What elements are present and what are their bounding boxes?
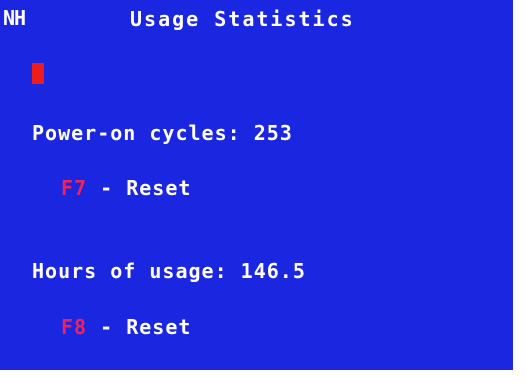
- screen: NH Usage Statistics Power-on cycles: 253…: [0, 0, 526, 383]
- power-on-cycles-label: Power-on cycles:: [32, 121, 241, 145]
- page-title: Usage Statistics: [130, 7, 355, 31]
- usage-statistics-panel: NH Usage Statistics Power-on cycles: 253…: [0, 0, 513, 370]
- reset-label: - Reset: [100, 315, 192, 339]
- hours-of-usage-value: 146.5: [240, 259, 306, 283]
- hours-of-usage-label: Hours of usage:: [32, 259, 228, 283]
- hours-of-usage-row: Hours of usage: 146.5: [32, 259, 306, 283]
- brand-logo-text: NH: [3, 6, 26, 30]
- power-on-cycles-value: 253: [253, 121, 293, 145]
- brand-logo: NH: [3, 6, 26, 30]
- power-on-cycles-row: Power-on cycles: 253: [32, 121, 293, 145]
- reset-hours-option[interactable]: F8 - Reset: [61, 315, 191, 339]
- reset-power-on-option[interactable]: F7 - Reset: [61, 176, 191, 200]
- reset-label: - Reset: [100, 176, 192, 200]
- f8-key-label: F8: [61, 315, 88, 339]
- text-cursor: [32, 63, 44, 84]
- f7-key-label: F7: [61, 176, 88, 200]
